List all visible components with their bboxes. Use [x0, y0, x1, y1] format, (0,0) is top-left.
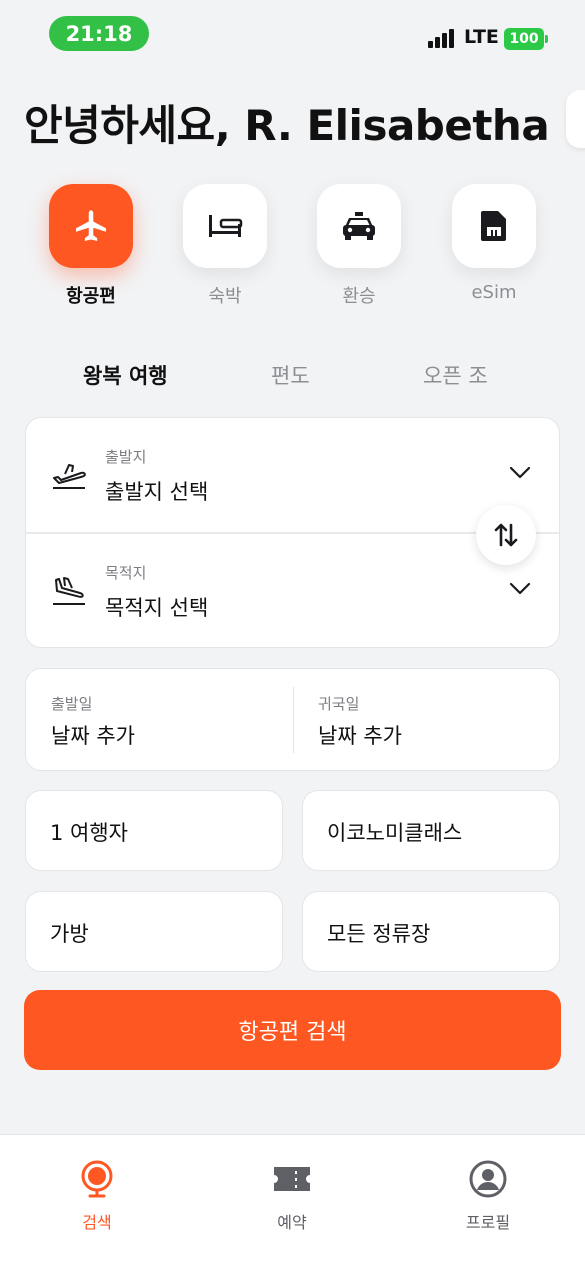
nav-bookings[interactable]: 예약: [232, 1159, 352, 1233]
chevron-down-icon: [509, 466, 531, 479]
stops-value: 모든 정류장: [327, 922, 431, 946]
cabin-class-value: 이코노미클래스: [327, 821, 463, 845]
departure-date-field[interactable]: 출발일 날짜 추가: [51, 693, 135, 750]
trip-type-tabs: 왕복 여행 편도 오픈 조: [0, 360, 585, 396]
category-transfers[interactable]: 환승: [316, 184, 402, 308]
departure-date-value: 날짜 추가: [51, 724, 135, 748]
destination-label: 목적지: [105, 564, 147, 582]
header-action-button[interactable]: [566, 90, 585, 148]
search-flights-button[interactable]: 항공편 검색: [24, 990, 561, 1070]
airplane-icon: [76, 210, 106, 241]
return-date-value: 날짜 추가: [318, 724, 402, 748]
return-date-field[interactable]: 귀국일 날짜 추가: [318, 693, 402, 750]
nav-label: 검색: [82, 1213, 112, 1232]
status-bar: 21:18 LTE 100: [0, 0, 585, 70]
cabin-class-selector[interactable]: 이코노미클래스: [302, 790, 560, 871]
signal-strength-icon: [428, 28, 458, 48]
tab-one-way[interactable]: 편도: [271, 360, 310, 390]
tab-round-trip[interactable]: 왕복 여행: [83, 360, 168, 390]
destination-value: 목적지 선택: [105, 596, 209, 620]
category-stays[interactable]: 숙박: [182, 184, 268, 308]
category-flights[interactable]: 항공편: [48, 184, 134, 308]
stops-selector[interactable]: 모든 정류장: [302, 891, 560, 972]
ticket-icon: [274, 1167, 310, 1191]
baggage-value: 가방: [50, 922, 89, 946]
return-date-label: 귀국일: [318, 695, 360, 713]
travelers-value: 1 여행자: [50, 821, 128, 845]
date-divider: [293, 687, 294, 753]
origin-value: 출발지 선택: [105, 480, 209, 504]
battery-icon: 100: [504, 28, 548, 50]
search-flights-label: 항공편 검색: [238, 1020, 347, 1045]
takeoff-icon: [53, 464, 86, 489]
date-card: 출발일 날짜 추가 귀국일 날짜 추가: [25, 668, 560, 771]
battery-level: 100: [509, 31, 539, 47]
nav-profile[interactable]: 프로필: [428, 1159, 548, 1233]
baggage-selector[interactable]: 가방: [25, 891, 283, 972]
bottom-nav: 검색 예약 프로필: [0, 1134, 585, 1266]
sim-card-icon: [481, 211, 506, 241]
category-label: 숙박: [208, 286, 242, 307]
nav-search[interactable]: 검색: [37, 1159, 157, 1233]
travelers-selector[interactable]: 1 여행자: [25, 790, 283, 871]
nav-label: 예약: [277, 1213, 307, 1232]
category-label: 환승: [342, 286, 376, 307]
category-label: 항공편: [66, 286, 116, 307]
swap-arrows-icon: [494, 523, 518, 547]
status-time: 21:18: [49, 16, 149, 51]
tab-open-jaw[interactable]: 오픈 조: [423, 360, 488, 390]
page-title: 안녕하세요, R. Elisabetha: [24, 101, 550, 150]
bed-icon: [209, 215, 243, 237]
nav-label: 프로필: [465, 1213, 511, 1232]
landing-icon: [53, 577, 85, 605]
departure-date-label: 출발일: [51, 695, 93, 713]
globe-search-icon: [81, 1160, 113, 1198]
network-type: LTE: [464, 26, 499, 48]
chevron-down-icon: [509, 582, 531, 595]
category-esim[interactable]: eSim: [451, 184, 537, 303]
destination-field[interactable]: 목적지 목적지 선택: [26, 534, 559, 648]
swap-route-button[interactable]: [476, 505, 536, 565]
origin-field[interactable]: 출발지 출발지 선택: [26, 418, 559, 532]
taxi-icon: [343, 212, 375, 240]
category-label: eSim: [471, 282, 517, 303]
origin-label: 출발지: [105, 448, 147, 466]
profile-icon: [469, 1160, 507, 1198]
category-row: 항공편 숙박 환승 eSim: [0, 184, 585, 314]
